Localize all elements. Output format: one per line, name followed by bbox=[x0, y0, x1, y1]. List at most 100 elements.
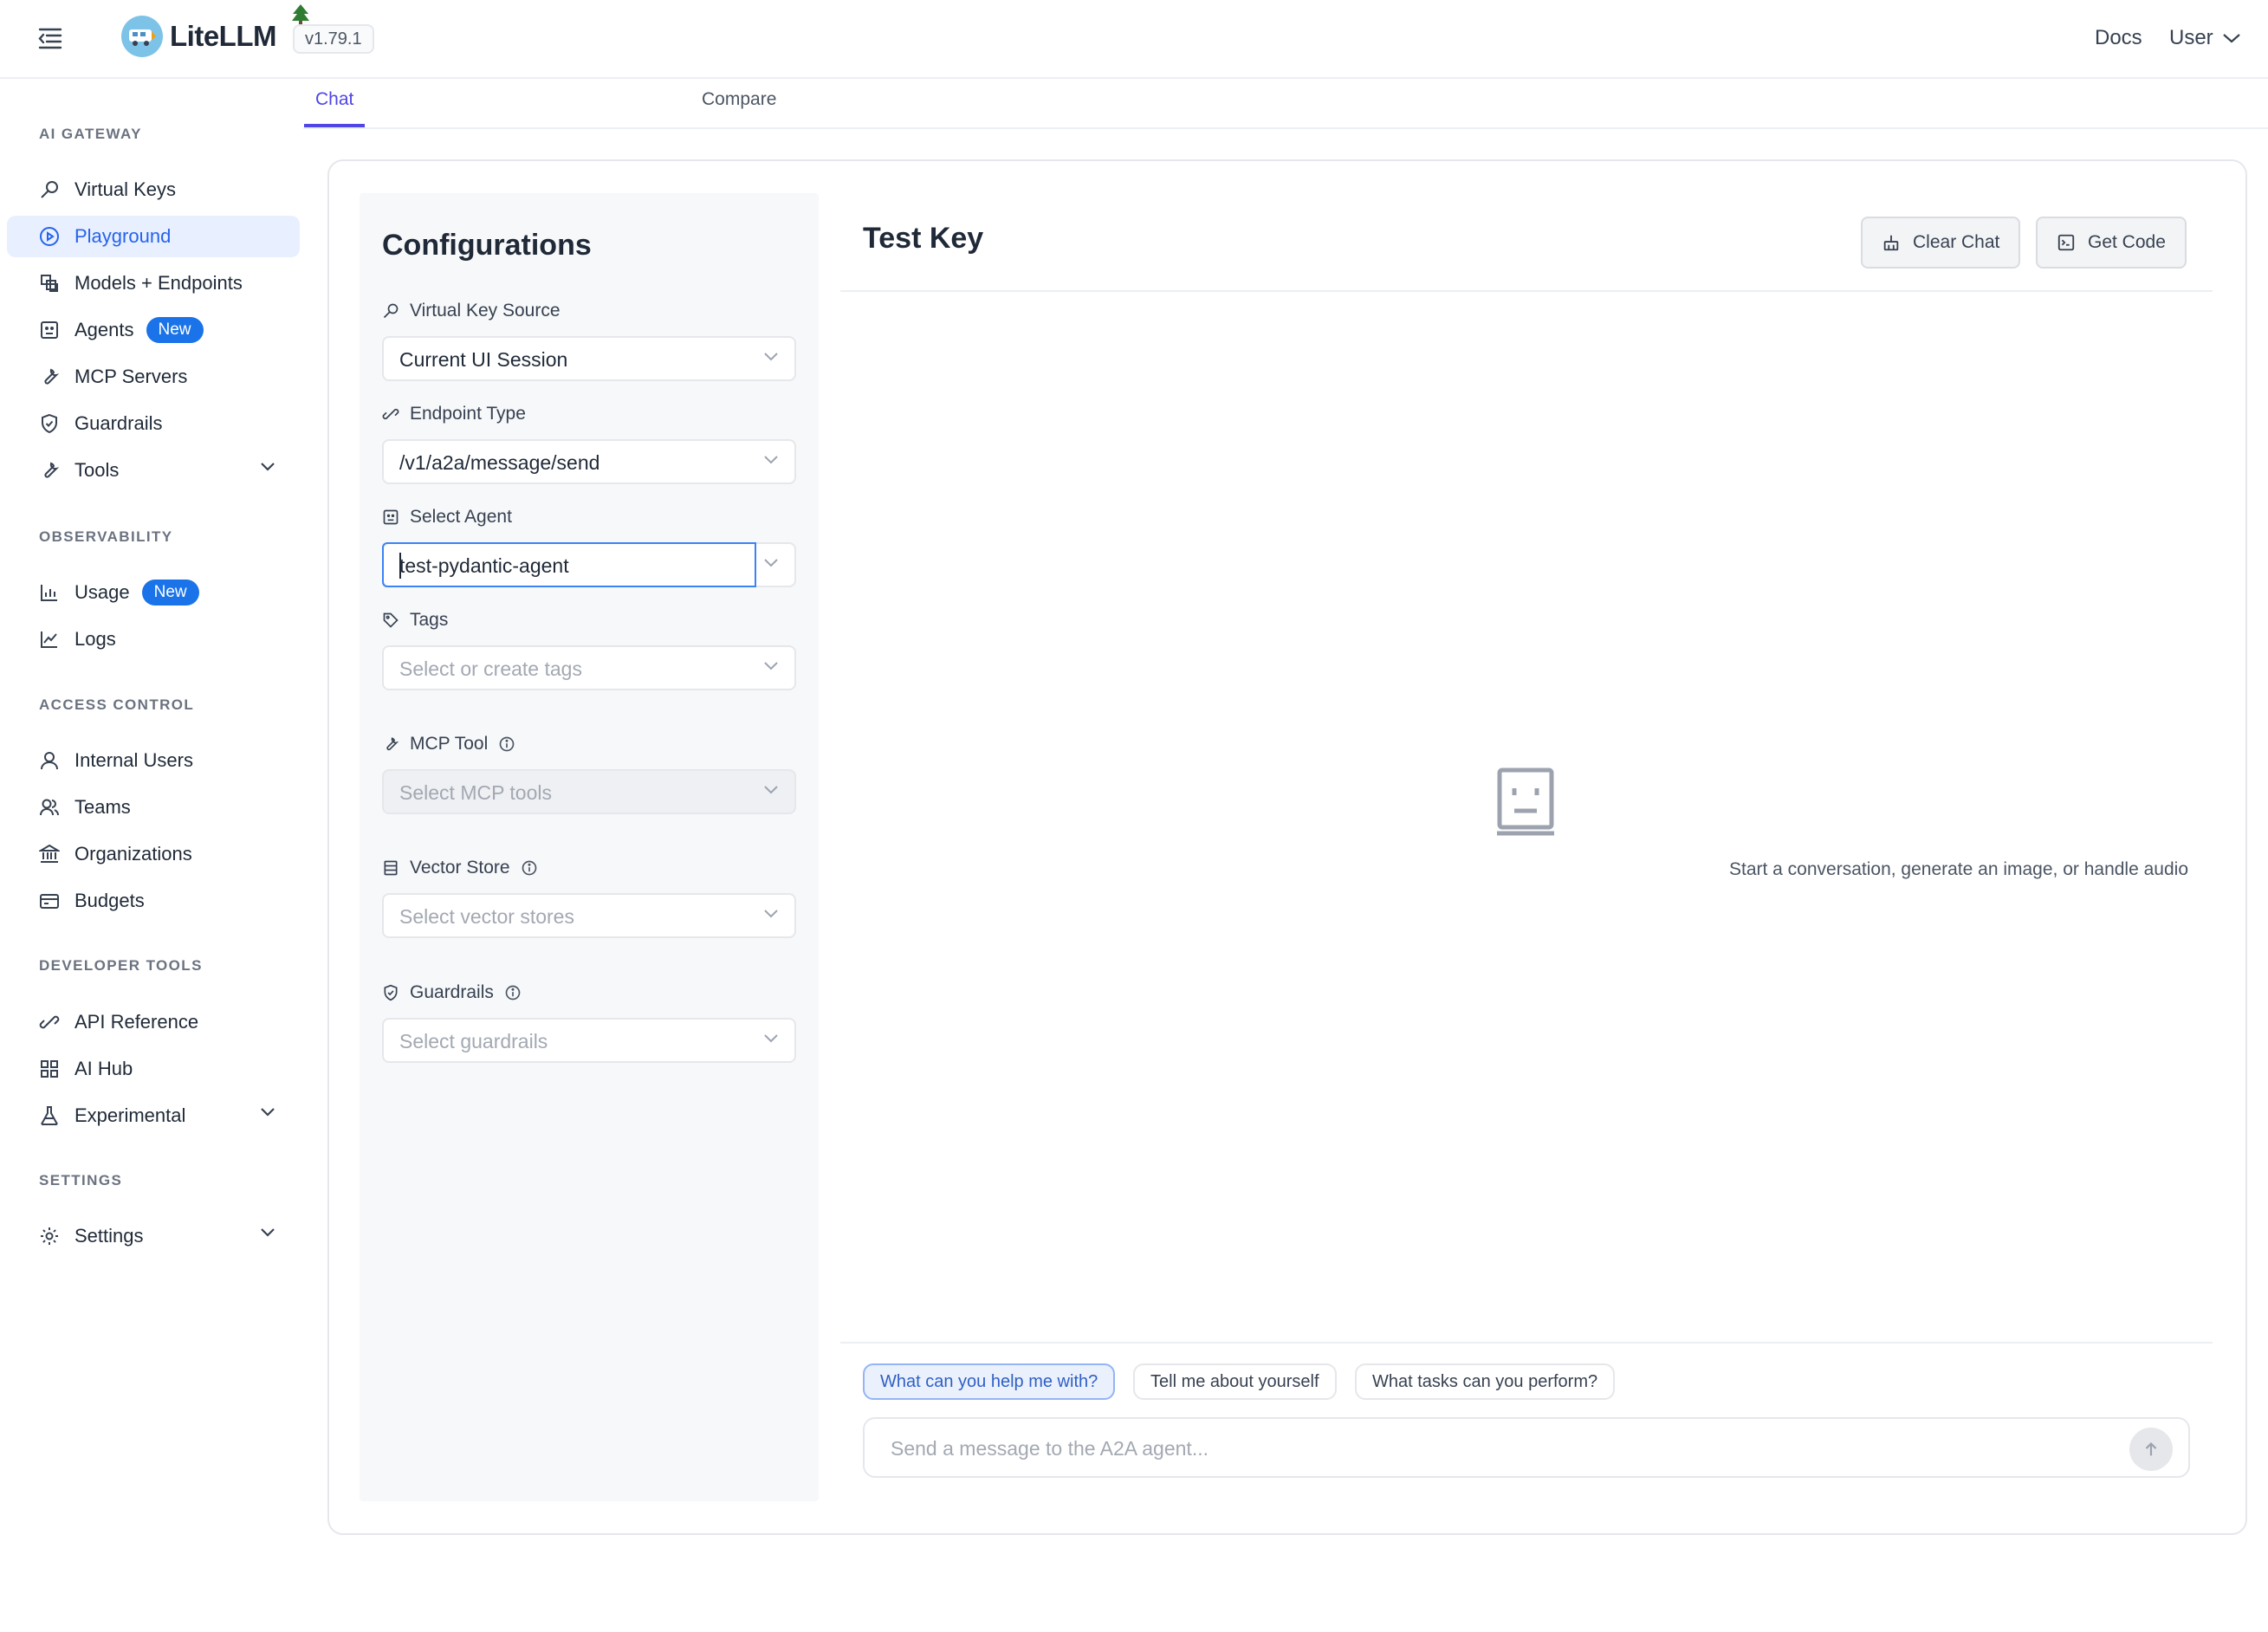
sidebar-item-label: Tools bbox=[75, 459, 120, 481]
play-circle-icon bbox=[38, 225, 61, 248]
select-placeholder: Select vector stores bbox=[399, 905, 574, 928]
sidebar-item-mcp-servers[interactable]: MCP Servers bbox=[7, 356, 300, 398]
clear-chat-label: Clear Chat bbox=[1913, 232, 2000, 252]
api-icon bbox=[382, 405, 399, 423]
chevron-down-icon bbox=[2222, 34, 2240, 43]
select-placeholder: Select guardrails bbox=[399, 1030, 548, 1052]
tag-icon bbox=[382, 612, 399, 629]
sidebar-item-label: Experimental bbox=[75, 1104, 186, 1126]
key-icon bbox=[382, 302, 399, 320]
tab-chat[interactable]: Chat bbox=[304, 89, 366, 127]
sidebar-item-label: MCP Servers bbox=[75, 366, 188, 387]
vector-store-select[interactable]: Select vector stores bbox=[382, 893, 796, 938]
config-title: Configurations bbox=[382, 229, 592, 262]
suggestion-chip[interactable]: What tasks can you perform? bbox=[1355, 1363, 1616, 1400]
sidebar-item-tools[interactable]: Tools bbox=[7, 450, 300, 491]
get-code-button[interactable]: Get Code bbox=[2036, 217, 2187, 269]
sidebar-item-usage[interactable]: Usage New bbox=[7, 572, 300, 613]
sidebar-item-label: AI Hub bbox=[75, 1058, 133, 1079]
sidebar-item-organizations[interactable]: Organizations bbox=[7, 833, 300, 875]
select-agent-select[interactable]: test-pydantic-agent bbox=[382, 542, 796, 587]
mcp-tool-select[interactable]: Select MCP tools bbox=[382, 769, 796, 814]
get-code-label: Get Code bbox=[2088, 232, 2166, 252]
user-menu[interactable]: User bbox=[2169, 26, 2241, 50]
select-placeholder: Select or create tags bbox=[399, 657, 582, 680]
user-menu-label: User bbox=[2169, 26, 2213, 49]
sidebar-item-agents[interactable]: Agents New bbox=[7, 309, 300, 351]
field-label-text: Tags bbox=[410, 610, 449, 630]
sidebar: AI GATEWAY Virtual Keys Playground Model… bbox=[0, 81, 303, 1632]
chevron-down-icon bbox=[763, 455, 779, 465]
chevron-down-icon bbox=[763, 785, 779, 795]
endpoint-type-select[interactable]: /v1/a2a/message/send bbox=[382, 439, 796, 484]
info-icon[interactable] bbox=[498, 735, 515, 753]
chevron-down-icon bbox=[763, 909, 779, 919]
database-icon bbox=[382, 859, 399, 877]
sidebar-item-label: Models + Endpoints bbox=[75, 272, 243, 294]
section-title-access-control: ACCESS CONTROL bbox=[39, 696, 195, 713]
suggestion-chip[interactable]: What can you help me with? bbox=[863, 1363, 1116, 1400]
sidebar-item-label: Guardrails bbox=[75, 412, 163, 434]
select-placeholder: Select MCP tools bbox=[399, 781, 552, 804]
section-title-ai-gateway: AI GATEWAY bbox=[39, 126, 142, 142]
chevron-down-icon bbox=[763, 352, 779, 362]
endpoint-type-label: Endpoint Type bbox=[382, 404, 526, 424]
sidebar-item-teams[interactable]: Teams bbox=[7, 787, 300, 828]
sidebar-item-api-reference[interactable]: API Reference bbox=[7, 1001, 300, 1043]
suggestion-chip[interactable]: Tell me about yourself bbox=[1133, 1363, 1337, 1400]
sidebar-item-virtual-keys[interactable]: Virtual Keys bbox=[7, 169, 300, 210]
virtual-key-source-select[interactable]: Current UI Session bbox=[382, 336, 796, 381]
chevron-down-icon bbox=[763, 558, 779, 568]
sidebar-item-budgets[interactable]: Budgets bbox=[7, 880, 300, 922]
send-button[interactable] bbox=[2129, 1428, 2173, 1471]
sidebar-item-label: Logs bbox=[75, 628, 116, 650]
robot-icon bbox=[38, 319, 61, 341]
sidebar-item-settings[interactable]: Settings bbox=[7, 1215, 300, 1257]
arrow-up-icon bbox=[2145, 1442, 2157, 1456]
info-icon[interactable] bbox=[521, 859, 538, 877]
select-value: Current UI Session bbox=[399, 348, 568, 371]
sidebar-item-internal-users[interactable]: Internal Users bbox=[7, 740, 300, 781]
sidebar-item-label: Internal Users bbox=[75, 749, 193, 771]
credit-card-icon bbox=[38, 890, 61, 912]
sidebar-item-label: API Reference bbox=[75, 1011, 199, 1033]
chevron-down-icon bbox=[763, 1033, 779, 1044]
field-label-text: Vector Store bbox=[410, 858, 510, 878]
new-badge: New bbox=[146, 317, 204, 343]
chevron-down-icon bbox=[260, 1107, 275, 1117]
vector-store-label: Vector Store bbox=[382, 858, 538, 878]
tags-select[interactable]: Select or create tags bbox=[382, 645, 796, 690]
section-title-settings: SETTINGS bbox=[39, 1172, 123, 1188]
logo-text: LiteLLM bbox=[170, 20, 276, 52]
chat-title: Test Key bbox=[863, 222, 984, 255]
field-label-text: Virtual Key Source bbox=[410, 301, 561, 321]
gear-icon bbox=[38, 1225, 61, 1247]
logo[interactable]: LiteLLM bbox=[121, 16, 276, 57]
sidebar-item-logs[interactable]: Logs bbox=[7, 618, 300, 660]
top-header: LiteLLM v1.79.1 Docs User bbox=[0, 0, 2268, 79]
api-icon bbox=[38, 1011, 61, 1033]
empty-state-text: Start a conversation, generate an image,… bbox=[1728, 859, 2188, 879]
bar-chart-icon bbox=[38, 581, 61, 604]
select-value: test-pydantic-agent bbox=[399, 554, 569, 577]
robot-face-icon bbox=[1497, 767, 1554, 837]
chevron-down-icon bbox=[763, 661, 779, 671]
clear-icon bbox=[1882, 233, 1901, 252]
message-input[interactable] bbox=[891, 1433, 2086, 1464]
sidebar-item-models-endpoints[interactable]: Models + Endpoints bbox=[7, 262, 300, 304]
tab-compare[interactable]: Compare bbox=[690, 89, 787, 124]
clear-chat-button[interactable]: Clear Chat bbox=[1861, 217, 2021, 269]
sidebar-toggle-icon[interactable] bbox=[35, 23, 66, 54]
sidebar-item-ai-hub[interactable]: AI Hub bbox=[7, 1048, 300, 1090]
docs-link[interactable]: Docs bbox=[2095, 26, 2142, 50]
field-label-text: MCP Tool bbox=[410, 734, 489, 754]
sidebar-item-guardrails[interactable]: Guardrails bbox=[7, 403, 300, 444]
shield-icon bbox=[382, 984, 399, 1001]
guardrails-select[interactable]: Select guardrails bbox=[382, 1018, 796, 1063]
info-icon[interactable] bbox=[504, 984, 522, 1001]
sidebar-item-label: Teams bbox=[75, 796, 131, 818]
field-label-text: Guardrails bbox=[410, 982, 494, 1002]
tab-bar: Chat Compare bbox=[303, 81, 2268, 129]
sidebar-item-experimental[interactable]: Experimental bbox=[7, 1095, 300, 1137]
sidebar-item-playground[interactable]: Playground bbox=[7, 216, 300, 257]
